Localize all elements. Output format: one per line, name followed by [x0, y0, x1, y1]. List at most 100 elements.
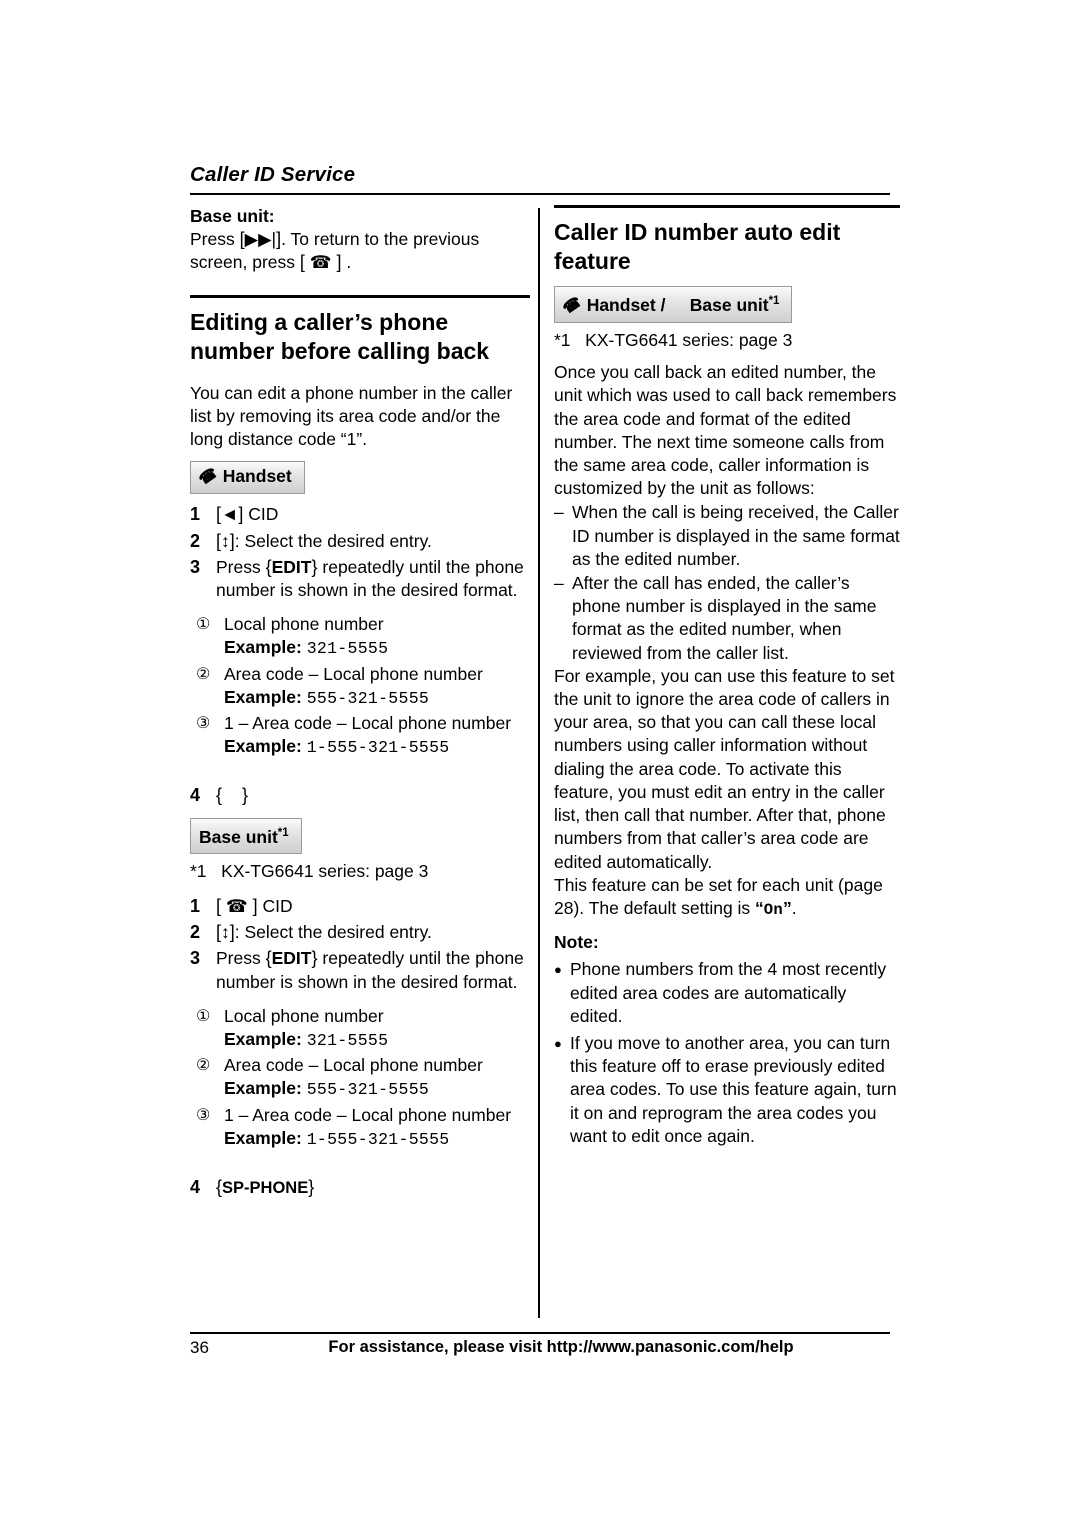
step-body: Press {EDIT} repeatedly until the phone …	[216, 948, 524, 992]
step-body: [ ☎ ] CID	[216, 895, 530, 918]
base-step-3: 3 Press {EDIT} repeatedly until the phon…	[190, 947, 530, 993]
example-label: Example:	[224, 637, 302, 658]
footer-divider	[190, 1332, 890, 1334]
banner-handset-label: Handset /	[586, 294, 666, 315]
example-label: Example:	[224, 1078, 302, 1099]
base-unit-heading: Base unit:	[190, 206, 275, 226]
note-text: Phone numbers from the 4 most recently e…	[570, 959, 887, 1026]
circled-number-3: ③	[196, 1106, 211, 1124]
format-label: 1 – Area code – Local phone number	[224, 713, 512, 734]
section-divider-editing	[190, 294, 530, 298]
format-label: Area code – Local phone number	[224, 663, 483, 684]
base-format-item-1: ① Local phone number Example: 321-5555	[190, 1005, 530, 1052]
left-column: Base unit: Press [▶▶|]. To return to the…	[190, 205, 530, 1200]
auto-edit-paragraph-3: This feature can be set for each unit (p…	[554, 874, 900, 922]
base-step-2: 2 [↕]: Select the desired entry.	[190, 921, 530, 944]
handset-step-3: 3 Press {EDIT} repeatedly until the phon…	[190, 556, 530, 602]
step-number: 1	[190, 895, 201, 916]
base-unit-banner-footnote: *1	[277, 826, 289, 839]
handset-step-2: 2 [↕]: Select the desired entry.	[190, 530, 530, 553]
step-number: 3	[190, 948, 201, 969]
step-text: : Select the desired entry.	[234, 922, 432, 943]
key-bracket-open: [	[216, 895, 222, 916]
step-number: 4	[190, 1176, 201, 1197]
dash-text: When the call is being received, the Cal…	[572, 502, 900, 569]
note-item-2: ● If you move to another area, you can t…	[554, 1032, 900, 1148]
handset-banner-label: Handset	[222, 466, 292, 487]
step-text: CID	[248, 504, 279, 525]
circled-number-1: ①	[196, 1007, 211, 1025]
example-label: Example:	[224, 736, 302, 757]
handset-banner: ☎ Handset	[190, 461, 305, 495]
dash-marker: –	[554, 573, 564, 594]
default-setting-value: “On”	[755, 897, 792, 919]
step-body: [↕]: Select the desired entry.	[216, 530, 530, 553]
manual-page: Caller ID Service Base unit: Press [▶▶|]…	[0, 0, 1080, 1538]
format-label: 1 – Area code – Local phone number	[224, 1104, 512, 1125]
auto-edit-dash-item-2: – After the call has ended, the caller’s…	[554, 572, 900, 665]
circled-number-2: ②	[196, 665, 211, 683]
call-key-icon: { }	[216, 785, 249, 806]
footnote-text: KX-TG6641 series: page 3	[221, 860, 429, 881]
handset-base-banner: ☎ Handset / Base unit*1	[554, 286, 793, 324]
format-text: Area code – Local phone number Example: …	[224, 663, 530, 710]
step-number: 3	[190, 556, 201, 577]
right-column: Caller ID number auto edit feature ☎ Hand…	[554, 205, 900, 1148]
example-label: Example:	[224, 1127, 302, 1148]
section-title-editing: Editing a caller’s phone number before c…	[190, 308, 490, 364]
auto-edit-paragraph-2: For example, you can use this feature to…	[554, 665, 895, 872]
format-text: Local phone number Example: 321-5555	[224, 1005, 530, 1052]
footnote-mark: *1	[190, 860, 207, 881]
banner-base-label: Base unit	[689, 294, 769, 315]
dash-text: After the call has ended, the caller’s p…	[572, 573, 877, 663]
example-value: 1-555-321-5555	[306, 738, 450, 758]
format-label: Local phone number	[224, 614, 384, 635]
circled-number-1: ①	[196, 616, 211, 634]
base-unit-text-3: .	[341, 252, 352, 273]
key-bracket-close: ]	[252, 895, 258, 916]
format-text: 1 – Area code – Local phone number Examp…	[224, 712, 530, 759]
section-divider-auto-edit	[554, 205, 900, 208]
editing-intro-paragraph: You can edit a phone number in the calle…	[190, 382, 513, 450]
step-number: 2	[190, 922, 201, 943]
step-body: Press {EDIT} repeatedly until the phone …	[216, 556, 524, 601]
format-label: Local phone number	[224, 1005, 384, 1026]
header-divider	[190, 193, 890, 195]
base-step-4: 4 {SP-PHONE}	[190, 1176, 530, 1200]
auto-edit-paragraph-1: Once you call back an edited number, the…	[554, 362, 897, 499]
format-item-2: ② Area code – Local phone number Example…	[190, 663, 530, 710]
updown-arrow-icon: ↕	[221, 922, 230, 943]
format-text: 1 – Area code – Local phone number Examp…	[224, 1104, 530, 1151]
dash-marker: –	[554, 502, 564, 523]
circled-number-3: ③	[196, 715, 211, 733]
banner-base-footnote: *1	[768, 295, 780, 307]
handset-icon: ☎	[559, 293, 585, 318]
format-item-1: ① Local phone number Example: 321-5555	[190, 613, 530, 660]
left-arrow-icon: ◄	[221, 504, 239, 525]
circled-number-2: ②	[196, 1057, 211, 1075]
key-bracket-close: ]	[238, 504, 244, 525]
speakerphone-icon: ☎	[309, 252, 332, 273]
format-item-3: ③ 1 – Area code – Local phone number Exa…	[190, 712, 530, 759]
format-text: Local phone number Example: 321-5555	[224, 613, 530, 660]
column-divider	[538, 208, 540, 1318]
page-number: 36	[190, 1338, 209, 1357]
base-format-item-3: ③ 1 – Area code – Local phone number Exa…	[190, 1104, 530, 1151]
left-footnote: *1 KX-TG6641 series: page 3	[190, 860, 530, 883]
note-item-1: ● Phone numbers from the 4 most recently…	[554, 958, 900, 1028]
base-unit-instruction: Press [▶▶|]. To return to the previous s…	[190, 228, 530, 274]
bullet-marker: ●	[554, 1035, 562, 1051]
example-value: 1-555-321-5555	[306, 1129, 450, 1149]
example-value: 555-321-5555	[306, 688, 430, 708]
bullet-marker: ●	[554, 962, 562, 978]
key-bracket-open-2: [	[299, 252, 305, 273]
footer-assistance-text: For assistance, please visit http://www.…	[328, 1338, 794, 1356]
note-heading: Note:	[554, 932, 599, 953]
handset-step-1: 1 [◄] CID	[190, 503, 530, 526]
example-label: Example:	[224, 686, 302, 707]
format-label: Area code – Local phone number	[224, 1055, 483, 1076]
speakerphone-icon: ☎	[225, 895, 248, 916]
auto-edit-dash-item-1: – When the call is being received, the C…	[554, 501, 900, 571]
right-footnote: *1 KX-TG6641 series: page 3	[554, 329, 900, 352]
base-unit-banner: Base unit*1	[190, 817, 302, 854]
